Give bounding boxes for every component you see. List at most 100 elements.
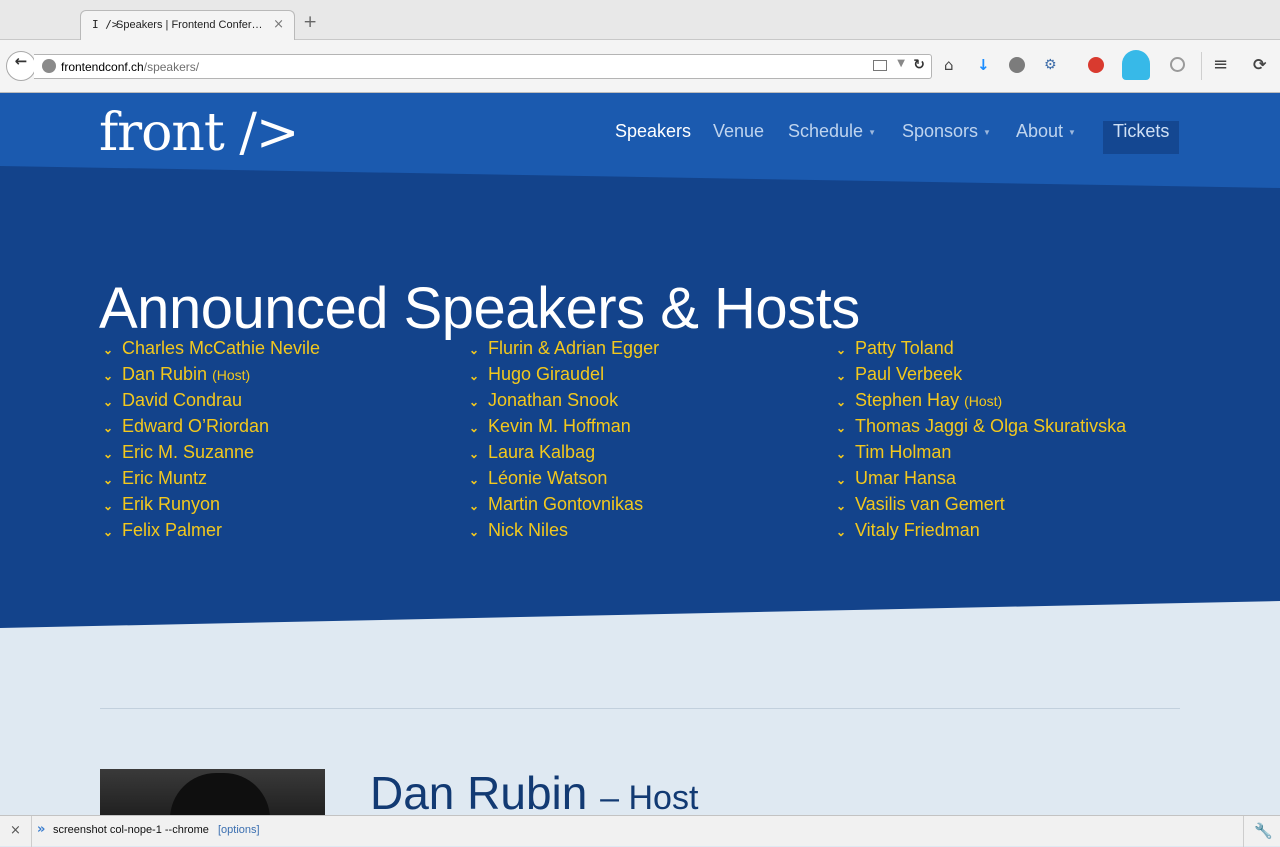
speaker-link-name: Kevin M. Hoffman	[488, 416, 631, 436]
speaker-link[interactable]: ⌄ Felix Palmer	[103, 520, 320, 546]
speaker-link[interactable]: ⌄ Erik Runyon	[103, 494, 320, 520]
nav-sponsors[interactable]: Sponsors ▼	[902, 121, 991, 154]
speaker-link-name: Thomas Jaggi & Olga Skurativska	[855, 416, 1127, 436]
speaker-link[interactable]: ⌄ Laura Kalbag	[469, 442, 659, 468]
tab-strip: I /> Speakers | Frontend Confer… × +	[0, 0, 1280, 40]
nav-tickets-label: Tickets	[1113, 121, 1170, 141]
speaker-link[interactable]: ⌄ Martin Gontovnikas	[469, 494, 659, 520]
site-logo[interactable]: front />	[99, 103, 299, 163]
chevron-down-icon: ▼	[1068, 127, 1076, 137]
menu-icon[interactable]: ≡	[1213, 56, 1228, 74]
chevron-down-icon: ▼	[868, 127, 876, 137]
speaker-link[interactable]: ⌄ Léonie Watson	[469, 468, 659, 494]
speaker-link[interactable]: ⌄ Stephen Hay (Host)	[836, 390, 1126, 416]
speaker-link-name: Hugo Giraudel	[488, 364, 605, 384]
nav-sponsors-label: Sponsors	[902, 121, 979, 141]
chevron-down-icon: ⌄	[836, 343, 847, 357]
tab-close-icon[interactable]: ×	[273, 17, 284, 32]
nav-about-label: About	[1016, 121, 1064, 141]
download-icon[interactable]: ↓	[977, 56, 990, 74]
speaker-name: Dan Rubin	[370, 767, 588, 819]
chevron-down-icon: ⌄	[469, 343, 480, 357]
chevron-down-icon: ⌄	[469, 525, 480, 539]
speaker-link-name: Erik Runyon	[122, 494, 221, 514]
speaker-link[interactable]: ⌄ Thomas Jaggi & Olga Skurativska	[836, 416, 1126, 442]
speaker-link-name: Patty Toland	[855, 338, 954, 358]
speaker-link[interactable]: ⌄ Dan Rubin (Host)	[103, 364, 320, 390]
chevron-down-icon: ⌄	[103, 395, 114, 409]
speaker-link[interactable]: ⌄ Charles McCathie Nevile	[103, 338, 320, 364]
speaker-link[interactable]: ⌄ Flurin & Adrian Egger	[469, 338, 659, 364]
chevron-down-icon: ⌄	[103, 369, 114, 383]
speaker-link[interactable]: ⌄ Paul Verbeek	[836, 364, 1126, 390]
url-domain: frontendconf.ch	[61, 60, 144, 74]
speaker-link[interactable]: ⌄ Edward O’Riordan	[103, 416, 320, 442]
speaker-link[interactable]: ⌄ Hugo Giraudel	[469, 364, 659, 390]
reader-view-icon[interactable]	[873, 60, 887, 71]
speaker-link-name: Nick Niles	[488, 520, 569, 540]
speaker-link-name: Vasilis van Gemert	[855, 494, 1005, 514]
speaker-link[interactable]: ⌄ Vitaly Friedman	[836, 520, 1126, 546]
speaker-link-name: Umar Hansa	[855, 468, 957, 488]
chevron-down-icon: ⌄	[469, 447, 480, 461]
ghostery-icon[interactable]	[1122, 50, 1150, 80]
speaker-link-name: Jonathan Snook	[488, 390, 619, 410]
chevron-down-icon: ⌄	[836, 447, 847, 461]
back-arrow-icon[interactable]: ←	[6, 51, 36, 81]
speaker-link-name: Stephen Hay	[855, 390, 960, 410]
home-icon[interactable]: ⌂	[944, 56, 954, 74]
speaker-list-column-3: ⌄ Patty Toland ⌄ Paul Verbeek ⌄ Stephen Hay (…	[836, 338, 1126, 546]
nav-venue-label: Venue	[713, 121, 765, 141]
speaker-note: (Host)	[212, 367, 251, 383]
chevron-down-icon: ⌄	[103, 421, 114, 435]
nav-tickets[interactable]: Tickets	[1103, 121, 1180, 154]
speaker-list-column-2: ⌄ Flurin & Adrian Egger ⌄ Hugo Giraudel ⌄ Jon…	[469, 338, 659, 546]
chevron-down-icon: ▼	[983, 127, 991, 137]
speaker-link[interactable]: ⌄ Vasilis van Gemert	[836, 494, 1126, 520]
command-input[interactable]: screenshot col-nope-1 --chrome	[53, 824, 209, 836]
extension-hex-icon[interactable]	[1170, 57, 1185, 72]
extension-icon[interactable]	[1088, 57, 1104, 73]
browser-tab[interactable]: I /> Speakers | Frontend Confer… ×	[80, 10, 295, 40]
reload-icon[interactable]: ↻	[913, 57, 925, 73]
url-path: /speakers/	[143, 60, 200, 74]
chevron-down-icon: ⌄	[836, 395, 847, 409]
chevron-down-icon: ⌄	[103, 343, 114, 357]
chevron-down-icon: ⌄	[103, 499, 114, 513]
speaker-link-name: Dan Rubin	[122, 364, 208, 384]
url-bar[interactable]: frontendconf.ch/speakers/ ▼ ↻	[34, 54, 932, 79]
speaker-portrait	[170, 773, 270, 819]
toolbar-divider	[1201, 52, 1202, 80]
speaker-link[interactable]: ⌄ Patty Toland	[836, 338, 1126, 364]
nav-schedule[interactable]: Schedule ▼	[788, 121, 876, 154]
chevron-down-icon: ⌄	[469, 499, 480, 513]
wrench-icon[interactable]: 🔧	[1254, 822, 1273, 840]
speaker-link-name: Charles McCathie Nevile	[122, 338, 321, 358]
chevron-down-icon: ⌄	[836, 369, 847, 383]
nav-venue[interactable]: Venue	[713, 121, 764, 154]
options-link[interactable]: [options]	[218, 824, 260, 836]
speaker-link[interactable]: ⌄ David Condrau	[103, 390, 320, 416]
speaker-link[interactable]: ⌄ Tim Holman	[836, 442, 1126, 468]
speaker-link[interactable]: ⌄ Umar Hansa	[836, 468, 1126, 494]
url-text[interactable]: frontendconf.ch/speakers/	[61, 60, 199, 74]
speaker-link[interactable]: ⌄ Nick Niles	[469, 520, 659, 546]
speaker-link[interactable]: ⌄ Jonathan Snook	[469, 390, 659, 416]
speaker-link[interactable]: ⌄ Kevin M. Hoffman	[469, 416, 659, 442]
new-tab-icon[interactable]: +	[303, 14, 317, 31]
nav-about[interactable]: About ▼	[1016, 121, 1076, 154]
section-divider	[100, 708, 1180, 709]
speaker-list-column-1: ⌄ Charles McCathie Nevile ⌄ Dan Rubin (Host…	[103, 338, 320, 546]
ublock-icon[interactable]	[1009, 57, 1025, 73]
speaker-link[interactable]: ⌄ Eric M. Suzanne	[103, 442, 320, 468]
page-title: Announced Speakers & Hosts	[99, 275, 860, 341]
sync-icon[interactable]: ⟳	[1253, 56, 1266, 74]
devbar-divider	[1243, 816, 1244, 847]
nav-speakers[interactable]: Speakers	[615, 121, 691, 154]
close-icon[interactable]: ×	[10, 823, 21, 838]
network-icon[interactable]: ⚙	[1044, 56, 1057, 74]
tab-title: Speakers | Frontend Confer…	[116, 19, 263, 31]
speaker-link-name: Felix Palmer	[122, 520, 223, 540]
speaker-link[interactable]: ⌄ Eric Muntz	[103, 468, 320, 494]
dropdown-icon[interactable]: ▼	[897, 58, 905, 69]
